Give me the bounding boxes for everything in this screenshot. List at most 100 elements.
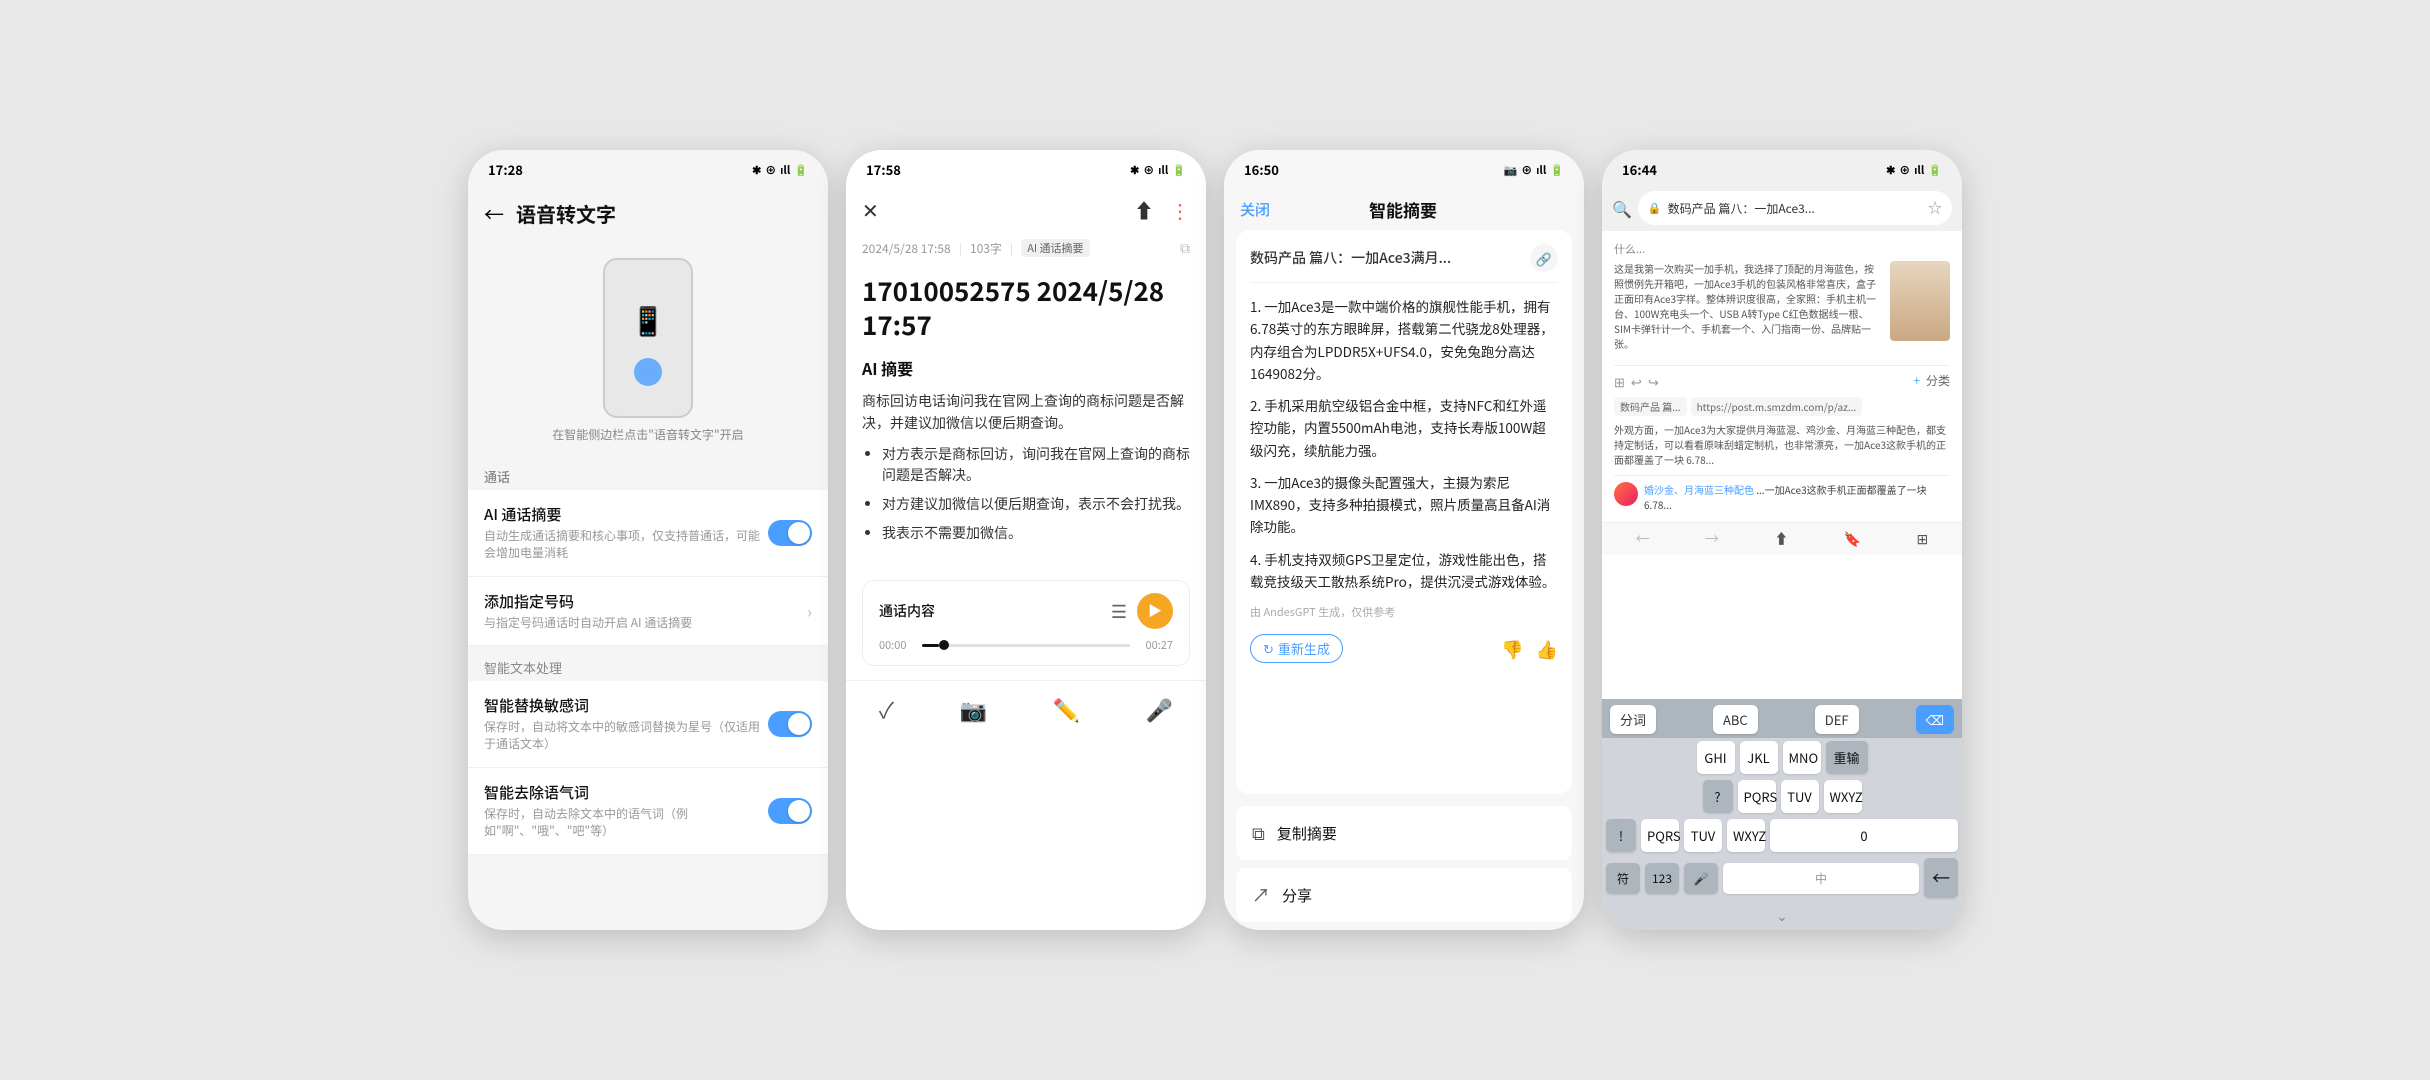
browser-back-icon[interactable]: ← bbox=[1636, 529, 1650, 549]
sensitive-text: 智能替换敏感词 保存时，自动将文本中的敏感词替换为星号（仅适用于通话文本） bbox=[484, 695, 768, 753]
link-icon[interactable]: 🔗 bbox=[1530, 244, 1558, 272]
screen1-content: ← 语音转文字 📱 在智能侧边栏点击"语音转文字"开启 通话 AI 通话摘要 自… bbox=[468, 185, 828, 930]
camera-status-icon: 📷 bbox=[1504, 162, 1518, 178]
status-icons-3: 📷 ⊕ ıll 🔋 bbox=[1504, 162, 1564, 178]
format-icon[interactable]: ⊞ bbox=[1614, 372, 1625, 391]
meta-words: 103字 bbox=[970, 240, 1002, 257]
kb-space[interactable]: 中 bbox=[1723, 863, 1919, 894]
section-call-label: 通话 bbox=[468, 459, 828, 490]
kb-tuv[interactable]: TUV bbox=[1781, 780, 1819, 813]
filler-word-setting[interactable]: 智能去除语气词 保存时，自动去除文本中的语气词（例如"啊"、"哦"、"吧"等） bbox=[468, 768, 828, 855]
bookmark-icon[interactable]: ☆ bbox=[1928, 198, 1942, 218]
kb-zero[interactable]: 0 bbox=[1770, 819, 1958, 852]
summary-point-3: 3. 一加Ace3的摄像头配置强大，主摄为索尼IMX890，支持多种拍摄模式，照… bbox=[1250, 471, 1558, 538]
browser-save-icon[interactable]: 🔖 bbox=[1844, 529, 1861, 549]
browser-main: 什么... 这是我第一次购买一加手机，我选择了顶配的月海蓝色，按照惯例先开箱吧，… bbox=[1602, 231, 1962, 699]
progress-fill bbox=[922, 644, 939, 647]
category-tag-1[interactable]: 数码产品 篇... bbox=[1614, 397, 1687, 416]
time-3: 16:50 bbox=[1244, 160, 1279, 179]
browser-share-icon[interactable]: ⬆ bbox=[1774, 529, 1788, 549]
screen4-content: 🔍 🔒 数码产品 篇八：一加Ace3... ☆ 什么... 这是我第一次购买一加… bbox=[1602, 185, 1962, 930]
ai-summary-setting[interactable]: AI 通话摘要 自动生成通话摘要和核心事项，仅支持普通话，可能会增加电量消耗 bbox=[468, 490, 828, 577]
browser-forward-icon[interactable]: → bbox=[1705, 529, 1719, 549]
add-number-name: 添加指定号码 bbox=[484, 591, 807, 612]
kb-chongru[interactable]: 重输 bbox=[1826, 741, 1868, 774]
share-button[interactable]: ⬆ bbox=[1134, 195, 1154, 224]
chevron-down-icon[interactable]: ⌄ bbox=[1776, 906, 1788, 926]
toolbar-right: ⬆ ⋮ bbox=[1134, 195, 1190, 224]
kb-jkl[interactable]: JKL bbox=[1740, 741, 1778, 774]
kb-wxyz[interactable]: WXYZ bbox=[1824, 780, 1862, 813]
phone-screen-1: 17:28 ✱ ⊕ ıll 🔋 ← 语音转文字 📱 在智能侧边栏点击"语音转文字… bbox=[468, 150, 828, 930]
signal-icon-2: ıll bbox=[1158, 162, 1168, 178]
share-icon: ↗ bbox=[1252, 882, 1270, 908]
summary-point-2: 2. 手机采用航空级铝合金中框，支持NFC和红外遥控功能，内置5500mAh电池… bbox=[1250, 394, 1558, 461]
thumbs-down-icon[interactable]: 👎 bbox=[1501, 636, 1523, 662]
phone-screen-3: 16:50 📷 ⊕ ıll 🔋 关闭 智能摘要 数码产品 篇八：一加Ace3满月… bbox=[1224, 150, 1584, 930]
status-icons-1: ✱ ⊕ ıll 🔋 bbox=[752, 162, 808, 178]
battery-icon-3: 🔋 bbox=[1550, 162, 1564, 178]
comments-divider: 婚沙金、月海蓝三种配色 ...一加Ace3这款手机正面都覆盖了一块 6.78..… bbox=[1614, 475, 1950, 512]
redo-icon[interactable]: ↪ bbox=[1648, 372, 1659, 391]
progress-bar[interactable] bbox=[922, 644, 1130, 647]
article-image bbox=[1890, 261, 1950, 341]
back-button[interactable]: ← bbox=[484, 199, 504, 228]
kb-def-btn[interactable]: DEF bbox=[1815, 705, 1859, 734]
kb-pqrs[interactable]: PQRS bbox=[1738, 780, 1776, 813]
kb-fensi-btn[interactable]: 分词 bbox=[1610, 705, 1656, 734]
comment-body: 婚沙金、月海蓝三种配色 ...一加Ace3这款手机正面都覆盖了一块 6.78..… bbox=[1644, 482, 1950, 512]
sensitive-name: 智能替换敏感词 bbox=[484, 695, 768, 716]
edit-icon[interactable]: ✏️ bbox=[1053, 693, 1080, 725]
browser-article: 什么... 这是我第一次购买一加手机，我选择了顶配的月海蓝色，按照惯例先开箱吧，… bbox=[1602, 231, 1962, 522]
copy-action[interactable]: ⧉ 复制摘要 bbox=[1236, 806, 1572, 860]
play-button[interactable]: ▶ bbox=[1137, 593, 1173, 629]
search-box[interactable]: 🔒 数码产品 篇八：一加Ace3... ☆ bbox=[1638, 191, 1952, 225]
regenerate-button[interactable]: ↻ 重新生成 bbox=[1250, 634, 1343, 663]
bluetooth-icon-2: ✱ bbox=[1130, 162, 1139, 178]
bullet-2: 对方建议加微信以便后期查询，表示不会打扰我。 bbox=[882, 494, 1190, 515]
screen3-content: 关闭 智能摘要 数码产品 篇八：一加Ace3满月... 🔗 1. 一加Ace3是… bbox=[1224, 185, 1584, 930]
more-button[interactable]: ⋮ bbox=[1170, 195, 1190, 224]
thumbs-up-icon[interactable]: 👍 bbox=[1536, 636, 1558, 662]
time-2: 17:58 bbox=[866, 160, 901, 179]
add-icon[interactable]: + bbox=[1913, 372, 1920, 391]
kb-pqrs2[interactable]: PQRS bbox=[1641, 819, 1679, 852]
kb-fu-btn[interactable]: 符 bbox=[1606, 863, 1640, 894]
kb-exclaim[interactable]: ! bbox=[1606, 819, 1636, 852]
browser-tabs-icon[interactable]: ⊞ bbox=[1917, 529, 1929, 549]
kb-123-btn[interactable]: 123 bbox=[1645, 863, 1679, 894]
share-action[interactable]: ↗ 分享 bbox=[1236, 868, 1572, 922]
add-number-setting[interactable]: 添加指定号码 与指定号码通话时自动开启 AI 通话摘要 › bbox=[468, 577, 828, 647]
browser-bar: 🔍 🔒 数码产品 篇八：一加Ace3... ☆ bbox=[1602, 185, 1962, 231]
close-button-3[interactable]: 关闭 bbox=[1240, 199, 1270, 220]
share-label: 分享 bbox=[1282, 885, 1312, 906]
keyboard-area: 分词 ABC DEF ⌫ GHI JKL MNO 重输 ? PQRS TUV W… bbox=[1602, 699, 1962, 930]
mic-icon[interactable]: 🎤 bbox=[1146, 693, 1173, 725]
kb-abc-btn[interactable]: ABC bbox=[1713, 705, 1758, 734]
kb-wxyz2[interactable]: WXYZ bbox=[1727, 819, 1765, 852]
undo-icon[interactable]: ↩ bbox=[1631, 372, 1642, 391]
bullet-1: 对方表示是商标回访，询问我在官网上查询的商标问题是否解决。 bbox=[882, 444, 1190, 486]
kb-ghi[interactable]: GHI bbox=[1697, 741, 1735, 774]
filler-toggle[interactable] bbox=[768, 798, 812, 824]
kb-question[interactable]: ? bbox=[1703, 780, 1733, 813]
kb-mic-btn[interactable]: 🎤 bbox=[1684, 863, 1718, 894]
comment-avatar bbox=[1614, 482, 1638, 506]
sensitive-word-setting[interactable]: 智能替换敏感词 保存时，自动将文本中的敏感词替换为星号（仅适用于通话文本） bbox=[468, 681, 828, 768]
screen2-toolbar: ✕ ⬆ ⋮ bbox=[846, 185, 1206, 234]
check-icon[interactable]: ✓ bbox=[879, 693, 894, 725]
comment-row: 婚沙金、月海蓝三种配色 ...一加Ace3这款手机正面都覆盖了一块 6.78..… bbox=[1614, 482, 1950, 512]
article-ref-title: 数码产品 篇八：一加Ace3满月... bbox=[1250, 248, 1530, 268]
kb-enter[interactable]: ← bbox=[1924, 858, 1958, 898]
close-button-2[interactable]: ✕ bbox=[862, 195, 879, 224]
comment-text-1: 外观方面，一加Ace3为大家提供月海蓝混、鸡沙金、月海蓝三种配色，都支持定制话，… bbox=[1614, 422, 1950, 467]
ai-summary-toggle[interactable] bbox=[768, 520, 812, 546]
kb-tuv2[interactable]: TUV bbox=[1684, 819, 1722, 852]
camera-icon[interactable]: 📷 bbox=[960, 693, 987, 725]
sensitive-toggle[interactable] bbox=[768, 711, 812, 737]
kb-mno[interactable]: MNO bbox=[1783, 741, 1821, 774]
keyboard-collapse-row: ⌄ bbox=[1602, 904, 1962, 930]
filler-name: 智能去除语气词 bbox=[484, 782, 768, 803]
audio-player[interactable]: 通话内容 ☰ ▶ 00:00 00:27 bbox=[862, 580, 1190, 666]
kb-delete-btn[interactable]: ⌫ bbox=[1916, 705, 1954, 734]
